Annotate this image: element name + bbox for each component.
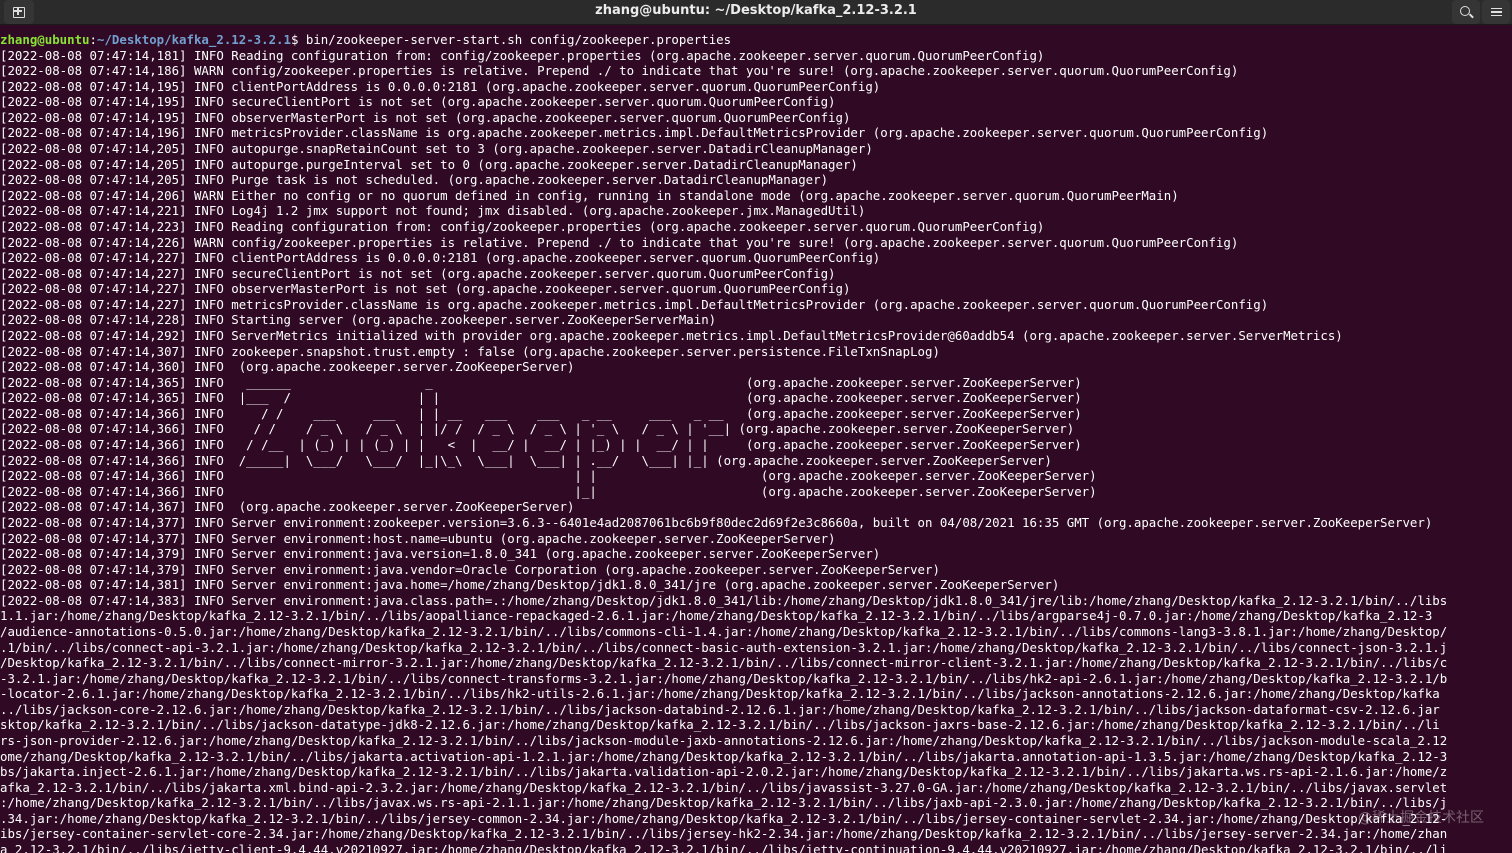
log-line: [2022-08-08 07:47:14,195] INFO secureCli… xyxy=(0,94,836,110)
log-line: -locator-2.6.1.jar:/home/zhang/Desktop/k… xyxy=(0,686,1440,702)
window-title: zhang@ubuntu: ~/Desktop/kafka_2.12-3.2.1 xyxy=(595,3,917,18)
log-line: 1.1.jar:/home/zhang/Desktop/kafka_2.12-3… xyxy=(0,608,1433,624)
log-line: [2022-08-08 07:47:14,221] INFO Log4j 1.2… xyxy=(0,203,866,219)
log-line: [2022-08-08 07:47:14,381] INFO Server en… xyxy=(0,577,1060,593)
log-line: [2022-08-08 07:47:14,365] INFO |___ / | … xyxy=(0,390,1082,406)
log-line: :/home/zhang/Desktop/kafka_2.12-3.2.1/bi… xyxy=(0,795,1448,811)
log-line: [2022-08-08 07:47:14,205] INFO autopurge… xyxy=(0,156,858,172)
log-line: [2022-08-08 07:47:14,366] INFO /_____| \… xyxy=(0,452,1052,468)
log-line: [2022-08-08 07:47:14,205] INFO Purge tas… xyxy=(0,172,829,188)
log-line: ibs/jersey-container-servlet-core-2.34.j… xyxy=(0,826,1448,842)
prompt-separator: : xyxy=(89,32,97,47)
log-line: -3.2.1.jar:/home/zhang/Desktop/kafka_2.1… xyxy=(0,670,1448,686)
log-line: [2022-08-08 07:47:14,186] WARN config/zo… xyxy=(0,63,1239,79)
log-line: [2022-08-08 07:47:14,196] INFO metricsPr… xyxy=(0,125,1269,141)
log-line: [2022-08-08 07:47:14,383] INFO Server en… xyxy=(0,592,1448,608)
terminal-output[interactable]: zhang@ubuntu:~/Desktop/kafka_2.12-3.2.1$… xyxy=(0,32,1512,853)
log-line: [2022-08-08 07:47:14,181] INFO Reading c… xyxy=(0,47,1045,63)
log-line: [2022-08-08 07:47:14,227] INFO observerM… xyxy=(0,281,851,297)
log-line: [2022-08-08 07:47:14,205] INFO autopurge… xyxy=(0,141,873,157)
log-line: [2022-08-08 07:47:14,227] INFO secureCli… xyxy=(0,265,836,281)
log-line: [2022-08-08 07:47:14,360] INFO (org.apac… xyxy=(0,359,575,375)
log-line: [2022-08-08 07:47:14,365] INFO ______ _ … xyxy=(0,374,1082,390)
prompt-path: ~/Desktop/kafka_2.12-3.2.1 xyxy=(97,32,291,47)
log-line: ome/zhang/Desktop/kafka_2.12-3.2.1/bin/.… xyxy=(0,748,1448,764)
log-line: [2022-08-08 07:47:14,367] INFO (org.apac… xyxy=(0,499,575,515)
window-titlebar: zhang@ubuntu: ~/Desktop/kafka_2.12-3.2.1 xyxy=(0,0,1512,25)
log-line: [2022-08-08 07:47:14,223] INFO Reading c… xyxy=(0,218,1045,234)
log-line: [2022-08-08 07:47:14,228] INFO Starting … xyxy=(0,312,717,328)
log-line: [2022-08-08 07:47:14,227] INFO clientPor… xyxy=(0,250,881,266)
log-line: [2022-08-08 07:47:14,366] INFO |_| (org.… xyxy=(0,483,1097,499)
prompt-command: bin/zookeeper-server-start.sh config/zoo… xyxy=(305,32,732,47)
log-line: bs/jakarta.inject-2.6.1.jar:/home/zhang/… xyxy=(0,764,1448,780)
log-line: [2022-08-08 07:47:14,366] INFO / /__ | (… xyxy=(0,437,1082,453)
prompt-user-host: zhang@ubuntu xyxy=(0,32,90,47)
prompt-symbol: $ xyxy=(290,32,306,47)
log-line: afka_2.12-3.2.1/bin/../libs/jakarta.xml.… xyxy=(0,779,1448,795)
log-line: [2022-08-08 07:47:14,366] INFO / / / _ \… xyxy=(0,421,1075,437)
log-line: [2022-08-08 07:47:14,377] INFO Server en… xyxy=(0,514,1433,530)
log-line: [2022-08-08 07:47:14,206] WARN Either no… xyxy=(0,187,1179,203)
log-line: sktop/kafka_2.12-3.2.1/bin/../libs/jacks… xyxy=(0,717,1440,733)
watermark: @稀土掘金技术社区 xyxy=(1358,810,1484,826)
menu-button[interactable] xyxy=(1482,0,1510,24)
log-line: [2022-08-08 07:47:14,379] INFO Server en… xyxy=(0,546,881,562)
log-lines: [2022-08-08 07:47:14,181] INFO Reading c… xyxy=(0,48,1512,853)
log-line: rs-json-provider-2.12.6.jar:/home/zhang/… xyxy=(0,733,1448,749)
log-line: ../libs/jackson-core-2.12.6.jar:/home/zh… xyxy=(0,701,1440,717)
search-button[interactable] xyxy=(1452,0,1480,24)
log-line: .34.jar:/home/zhang/Desktop/kafka_2.12-3… xyxy=(0,810,1448,826)
log-line: [2022-08-08 07:47:14,377] INFO Server en… xyxy=(0,530,836,546)
log-line: a_2.12-3.2.1/bin/../libs/jetty-client-9.… xyxy=(0,842,1448,853)
log-line: [2022-08-08 07:47:14,292] INFO ServerMet… xyxy=(0,327,1343,343)
log-line: [2022-08-08 07:47:14,195] INFO clientPor… xyxy=(0,78,881,94)
hamburger-menu-icon xyxy=(1490,7,1502,17)
prompt-line: zhang@ubuntu:~/Desktop/kafka_2.12-3.2.1$… xyxy=(0,32,1512,48)
log-line: .1/bin/../libs/connect-api-3.2.1.jar:/ho… xyxy=(0,639,1448,655)
log-line: [2022-08-08 07:47:14,307] INFO zookeeper… xyxy=(0,343,940,359)
log-line: /Desktop/kafka_2.12-3.2.1/bin/../libs/co… xyxy=(0,655,1448,671)
log-line: [2022-08-08 07:47:14,366] INFO | | (org.… xyxy=(0,468,1097,484)
log-line: [2022-08-08 07:47:14,195] INFO observerM… xyxy=(0,109,851,125)
log-line: [2022-08-08 07:47:14,227] INFO metricsPr… xyxy=(0,296,1269,312)
log-line: [2022-08-08 07:47:14,379] INFO Server en… xyxy=(0,561,940,577)
log-line: [2022-08-08 07:47:14,226] WARN config/zo… xyxy=(0,234,1239,250)
log-line: /audience-annotations-0.5.0.jar:/home/zh… xyxy=(0,623,1448,639)
search-icon xyxy=(1460,6,1470,16)
log-line: [2022-08-08 07:47:14,366] INFO / / ___ _… xyxy=(0,405,1082,421)
